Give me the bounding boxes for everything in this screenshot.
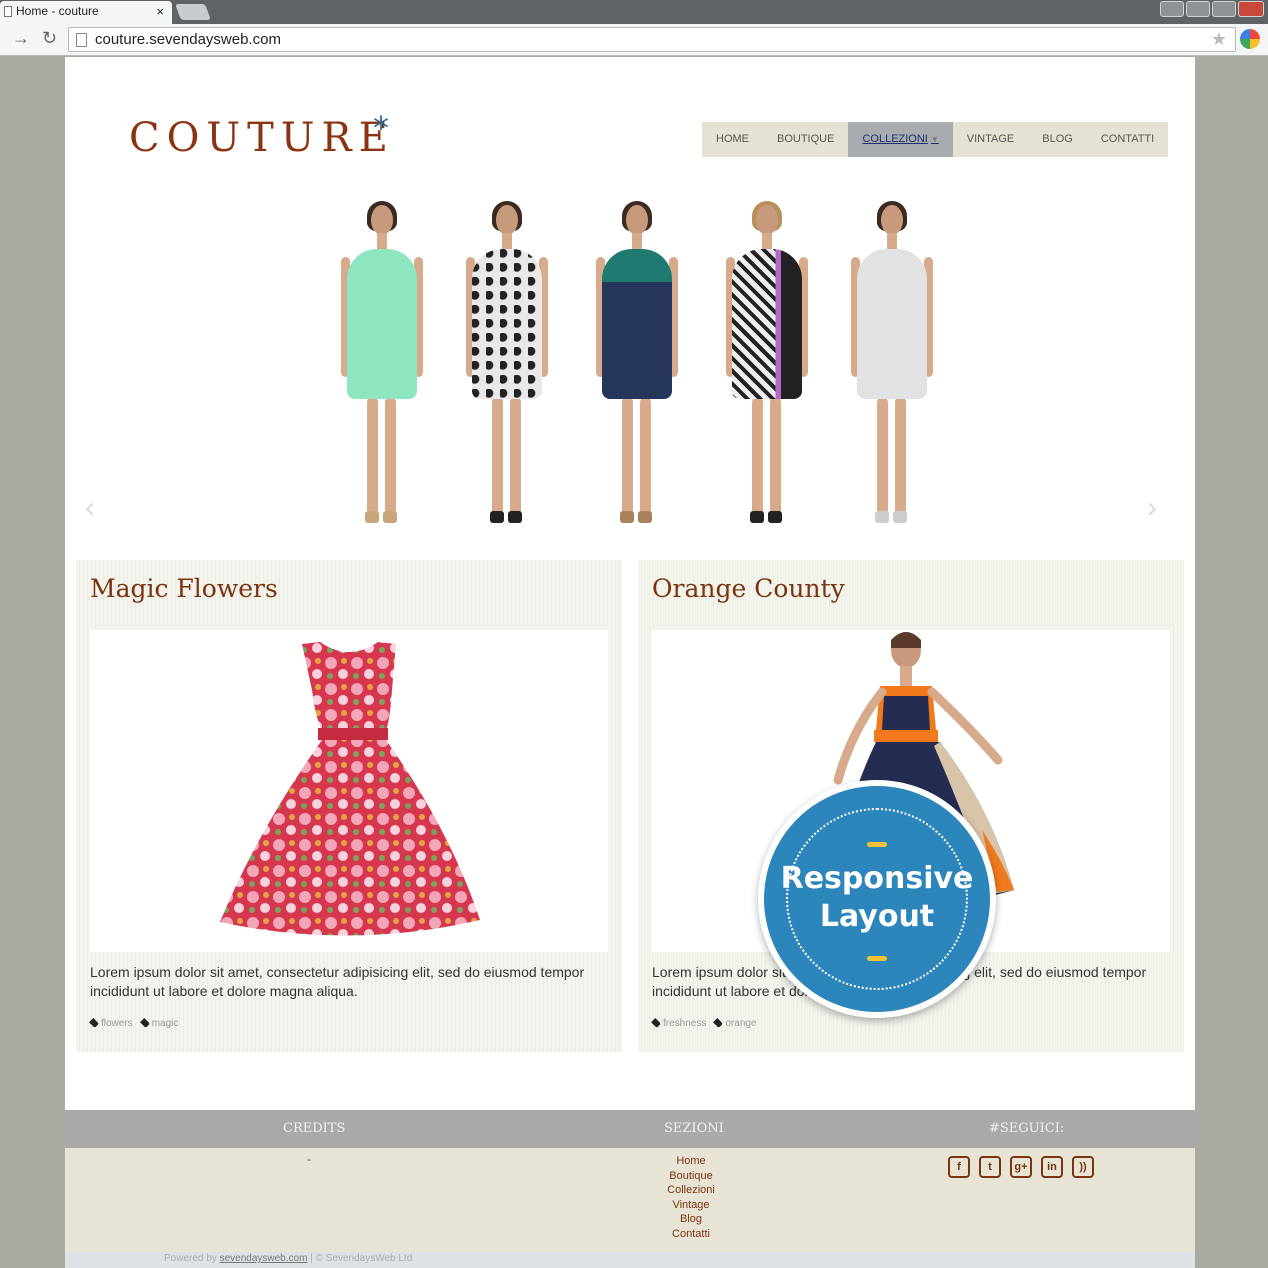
tag-label: orange	[725, 1018, 757, 1029]
bookmark-star-icon[interactable]: ★	[1211, 29, 1227, 50]
main-nav: HOME BOUTIQUE COLLEZIONI ▼ VINTAGE BLOG C…	[702, 122, 1169, 157]
footer-link-home[interactable]: Home	[661, 1154, 721, 1169]
card-image[interactable]	[90, 630, 608, 952]
page-icon	[76, 33, 87, 47]
logo-asterisk-icon: *	[373, 109, 389, 147]
collection-card: Magic Flowers Lorem ipsum dolor sit amet	[76, 560, 622, 1052]
browser-tab[interactable]: Home - couture ×	[0, 1, 172, 24]
twitter-icon[interactable]: t	[979, 1156, 1001, 1178]
window-menu-button[interactable]	[1160, 1, 1184, 17]
footer-link-vintage[interactable]: Vintage	[661, 1198, 721, 1213]
badge-line-2: Layout	[819, 899, 935, 934]
linkedin-icon[interactable]: in	[1041, 1156, 1063, 1178]
rss-icon[interactable]: ))	[1072, 1156, 1094, 1178]
model-figure	[582, 199, 692, 529]
tag-link[interactable]: flowers	[89, 1018, 133, 1029]
responsive-layout-badge: Responsive Layout	[758, 780, 996, 1018]
footer-body: - Home Boutique Collezioni Vintage Blog …	[65, 1148, 1195, 1252]
tag-link[interactable]: magic	[139, 1018, 179, 1029]
tag-icon	[89, 1018, 99, 1028]
minimize-button[interactable]	[1186, 1, 1210, 17]
nav-contatti[interactable]: CONTATTI	[1087, 122, 1168, 157]
tag-icon	[139, 1018, 150, 1028]
tag-link[interactable]: orange	[713, 1018, 757, 1029]
model-figure	[837, 199, 947, 529]
tag-label: freshness	[663, 1018, 707, 1029]
nav-vintage[interactable]: VINTAGE	[953, 122, 1028, 157]
card-title[interactable]: Magic Flowers	[90, 574, 278, 603]
card-title[interactable]: Orange County	[652, 574, 845, 603]
window-controls	[1160, 1, 1264, 17]
chevron-down-icon: ▼	[930, 135, 939, 144]
forward-icon[interactable]: →	[12, 28, 30, 49]
reload-icon[interactable]: ↻	[42, 28, 57, 49]
address-bar[interactable]: couture.sevendaysweb.com ★	[68, 27, 1236, 52]
extension-icon[interactable]	[1240, 29, 1260, 49]
browser-tab-bar: Home - couture ×	[0, 0, 1268, 24]
close-window-button[interactable]	[1238, 1, 1264, 17]
nav-home[interactable]: HOME	[702, 122, 763, 157]
card-tags: flowers magic	[89, 1018, 179, 1029]
model-figure	[452, 199, 562, 529]
badge-ornament-icon	[867, 956, 887, 961]
tab-close-icon[interactable]: ×	[156, 1, 164, 22]
badge-line-1: Responsive	[780, 861, 974, 896]
google-plus-icon[interactable]: g+	[1010, 1156, 1032, 1178]
footer-follow-title: #SEGUICI:	[989, 1121, 1065, 1136]
tag-icon	[651, 1018, 661, 1028]
tag-label: magic	[151, 1018, 179, 1029]
credits-value: -	[307, 1152, 311, 1166]
model-figure	[712, 199, 822, 529]
nav-blog[interactable]: BLOG	[1028, 122, 1087, 157]
hero-slider-image	[327, 199, 947, 529]
maximize-button[interactable]	[1212, 1, 1236, 17]
copyright-text: | © SevendaysWeb Ltd	[310, 1253, 413, 1264]
page-favicon-icon	[4, 6, 12, 17]
footer-sections-title: SEZIONI	[664, 1121, 724, 1136]
powered-by-link[interactable]: sevendaysweb.com	[220, 1253, 308, 1264]
nav-boutique[interactable]: BOUTIQUE	[763, 122, 848, 157]
footer-link-blog[interactable]: Blog	[661, 1212, 721, 1227]
footer-link-collezioni[interactable]: Collezioni	[661, 1183, 721, 1198]
card-tags: freshness orange	[651, 1018, 757, 1029]
site-logo[interactable]: COUTURE	[129, 115, 395, 161]
slider-prev-icon[interactable]: ‹	[85, 491, 95, 525]
nav-collezioni-label: COLLEZIONI	[862, 133, 928, 145]
new-tab-button[interactable]	[175, 4, 211, 20]
powered-by-label: Powered by	[164, 1253, 217, 1264]
badge-circle: Responsive Layout	[764, 786, 990, 1012]
tag-label: flowers	[101, 1018, 133, 1029]
tag-link[interactable]: freshness	[651, 1018, 707, 1029]
footer-link-boutique[interactable]: Boutique	[661, 1169, 721, 1184]
nav-collezioni[interactable]: COLLEZIONI ▼	[848, 122, 953, 157]
site-page: COUTURE * HOME BOUTIQUE COLLEZIONI ▼ VINT…	[65, 57, 1195, 1268]
floral-dress-image	[220, 642, 480, 936]
footer-link-contatti[interactable]: Contatti	[661, 1227, 721, 1242]
footer-header-bar: CREDITS SEZIONI #SEGUICI:	[65, 1110, 1195, 1148]
tag-icon	[713, 1018, 724, 1028]
footer-bottom-bar: Powered by sevendaysweb.com | © Sevenday…	[65, 1252, 1195, 1268]
slider-next-icon[interactable]: ›	[1147, 491, 1157, 525]
facebook-icon[interactable]: f	[948, 1156, 970, 1178]
footer-sections-list: Home Boutique Collezioni Vintage Blog Co…	[661, 1154, 721, 1241]
footer-credits-title: CREDITS	[283, 1121, 346, 1136]
browser-toolbar: → ↻ couture.sevendaysweb.com ★	[0, 24, 1268, 56]
social-links: f t g+ in ))	[948, 1156, 1094, 1178]
card-description: Lorem ipsum dolor sit amet, consectetur …	[90, 964, 585, 999]
powered-by: Powered by sevendaysweb.com | © Sevenday…	[164, 1253, 412, 1264]
url-text[interactable]: couture.sevendaysweb.com	[95, 31, 281, 48]
model-figure	[327, 199, 437, 529]
badge-text: Responsive Layout	[764, 860, 990, 936]
tab-title: Home - couture	[16, 4, 99, 18]
badge-ornament-icon	[867, 842, 887, 847]
